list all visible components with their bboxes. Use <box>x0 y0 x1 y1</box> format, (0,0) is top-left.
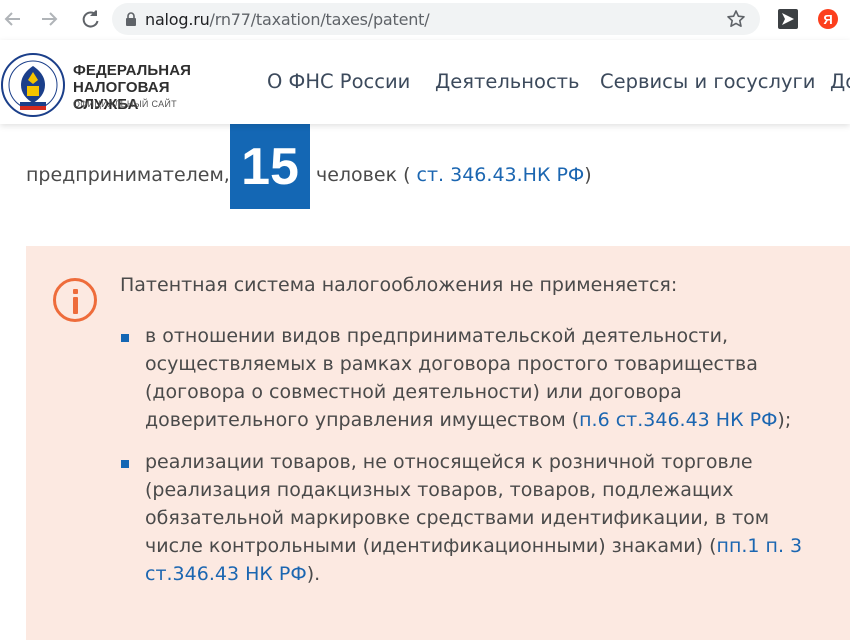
extension-icon[interactable] <box>775 6 801 32</box>
list-item-end: ); <box>777 409 792 431</box>
bullet-square-icon <box>121 334 129 342</box>
back-arrow-icon[interactable] <box>0 6 26 32</box>
site-header: ФЕДЕРАЛЬНАЯ НАЛОГОВАЯ СЛУЖБА ОФИЦИАЛЬНЫЙ… <box>0 40 850 124</box>
list-item: в отношении видов предпринимательской де… <box>120 322 820 434</box>
list-item-end: ). <box>306 563 321 585</box>
notice-list: в отношении видов предпринимательской де… <box>120 322 820 602</box>
list-item: реализации товаров, не относящейся к роз… <box>120 448 820 588</box>
tax-code-link[interactable]: ст. 346.43.НК РФ <box>411 164 585 186</box>
main-content: предпринимателем, 15 человек ( ст. 346.4… <box>0 124 850 640</box>
bullet-square-icon <box>121 460 129 468</box>
svg-text:Я: Я <box>823 12 832 27</box>
yandex-icon[interactable]: Я <box>815 6 841 32</box>
intro-text-after: человек ( ст. 346.43.НК РФ) <box>316 164 592 186</box>
star-icon[interactable] <box>726 9 746 34</box>
tax-code-link[interactable]: п.6 ст.346.43 НК РФ <box>579 409 777 431</box>
url-text: nalog.ru/rn77/taxation/taxes/patent/ <box>145 10 430 29</box>
info-icon <box>53 278 97 322</box>
intro-text-before: предпринимателем, <box>26 164 230 186</box>
reload-icon[interactable] <box>77 6 103 32</box>
browser-toolbar: nalog.ru/rn77/taxation/taxes/patent/ Я <box>0 0 850 41</box>
url-host: nalog.ru <box>145 10 210 29</box>
url-path: /rn77/taxation/taxes/patent/ <box>209 10 430 29</box>
notice-title: Патентная система налогообложения не при… <box>120 274 678 296</box>
fns-emblem-logo[interactable] <box>0 52 66 123</box>
logo-subtitle: ОФИЦИАЛЬНЫЙ САЙТ <box>73 99 177 109</box>
nav-item-more[interactable]: До <box>830 70 850 93</box>
list-item-text: реализации товаров, не относящейся к роз… <box>145 451 770 557</box>
employee-count-badge: 15 <box>230 124 310 209</box>
intro-after-text: человек ( <box>316 164 411 186</box>
address-bar[interactable]: nalog.ru/rn77/taxation/taxes/patent/ <box>112 3 760 35</box>
nav-item-services[interactable]: Сервисы и госуслуги <box>600 70 815 93</box>
nav-item-activity[interactable]: Деятельность <box>435 70 580 93</box>
notice-box: Патентная система налогообложения не при… <box>26 246 850 640</box>
nav-item-about[interactable]: О ФНС России <box>267 70 410 93</box>
intro-close-text: ) <box>584 164 592 186</box>
lock-icon[interactable] <box>125 12 137 31</box>
forward-arrow-icon[interactable] <box>36 6 62 32</box>
